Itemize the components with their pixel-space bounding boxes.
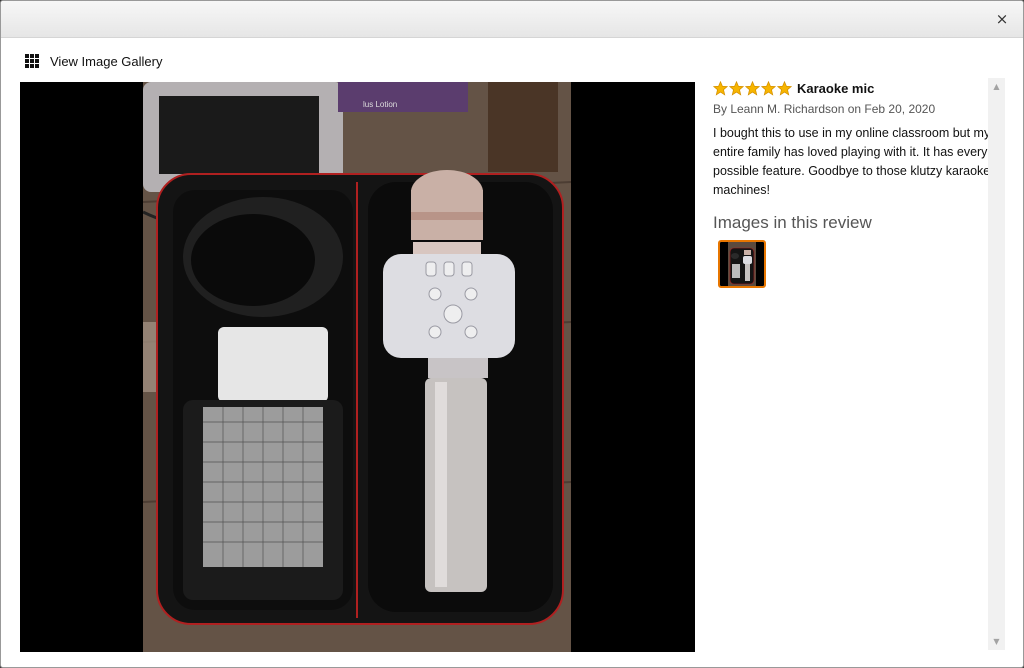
view-image-gallery-label: View Image Gallery	[50, 53, 163, 69]
star-icon	[729, 80, 744, 96]
review-body: I bought this to use in my online classr…	[713, 126, 991, 197]
grid-icon	[25, 54, 39, 68]
main-image-viewer: lus Lotion	[20, 82, 695, 652]
review-title: Karaoke mic	[797, 80, 875, 96]
review-panel-scrollbar[interactable]: ▲ ▼	[988, 78, 1005, 650]
close-button[interactable]: ×	[993, 10, 1011, 28]
scroll-up-arrow-icon[interactable]: ▲	[988, 78, 1005, 95]
star-icon	[761, 80, 776, 96]
images-in-review-heading: Images in this review	[713, 213, 872, 232]
star-icon	[745, 80, 760, 96]
modal-header: ×	[1, 1, 1023, 38]
thumbnail-image	[720, 242, 764, 286]
review-rating-row: Karaoke mic	[709, 78, 988, 98]
image-gallery-modal: × View Image Gallery lus Lotion Karaoke …	[0, 0, 1024, 668]
review-image-thumbnail[interactable]	[718, 240, 766, 288]
star-icon	[777, 80, 792, 96]
star-icon	[713, 80, 728, 96]
svg-text:lus Lotion: lus Lotion	[363, 100, 397, 109]
scroll-down-arrow-icon[interactable]: ▼	[988, 633, 1005, 650]
review-photo: lus Lotion	[143, 82, 571, 652]
star-rating	[713, 80, 793, 96]
review-byline: By Leann M. Richardson on Feb 20, 2020	[713, 102, 936, 116]
view-image-gallery-link[interactable]: View Image Gallery	[25, 52, 162, 70]
review-panel: Karaoke mic By Leann M. Richardson on Fe…	[709, 78, 991, 650]
